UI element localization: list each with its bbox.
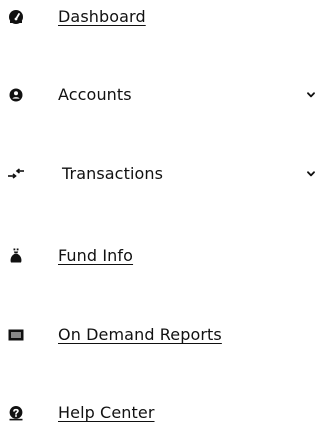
sidebar-item-dashboard[interactable]: Dashboard [0, 2, 320, 32]
sidebar-item-accounts[interactable]: Accounts [0, 80, 320, 110]
chevron-down-icon[interactable] [306, 169, 316, 179]
money-bag-icon [8, 248, 24, 264]
user-circle-icon [8, 87, 24, 103]
dashboard-gauge-icon [8, 9, 24, 25]
sidebar-item-transactions[interactable]: Transactions [0, 159, 320, 189]
sidebar-item-label[interactable]: Help Center [58, 403, 155, 423]
sidebar-item-label: Accounts [58, 85, 132, 104]
sidebar-item-on-demand-reports[interactable]: On Demand Reports [0, 320, 320, 350]
chevron-down-icon[interactable] [306, 90, 316, 100]
sidebar-item-label[interactable]: Dashboard [58, 7, 146, 27]
sidebar-item-fund-info[interactable]: Fund Info [0, 241, 320, 271]
report-document-icon [8, 327, 24, 343]
sidebar-item-label[interactable]: Fund Info [58, 246, 133, 266]
sidebar-nav: Dashboard Accounts Transactions Fund Inf… [0, 0, 320, 433]
sidebar-item-label: Transactions [62, 164, 164, 183]
exchange-arrows-icon [6, 166, 26, 182]
sidebar-item-label[interactable]: On Demand Reports [58, 325, 222, 345]
sidebar-item-help-center[interactable]: Help Center [0, 398, 320, 428]
help-icon [8, 405, 24, 421]
